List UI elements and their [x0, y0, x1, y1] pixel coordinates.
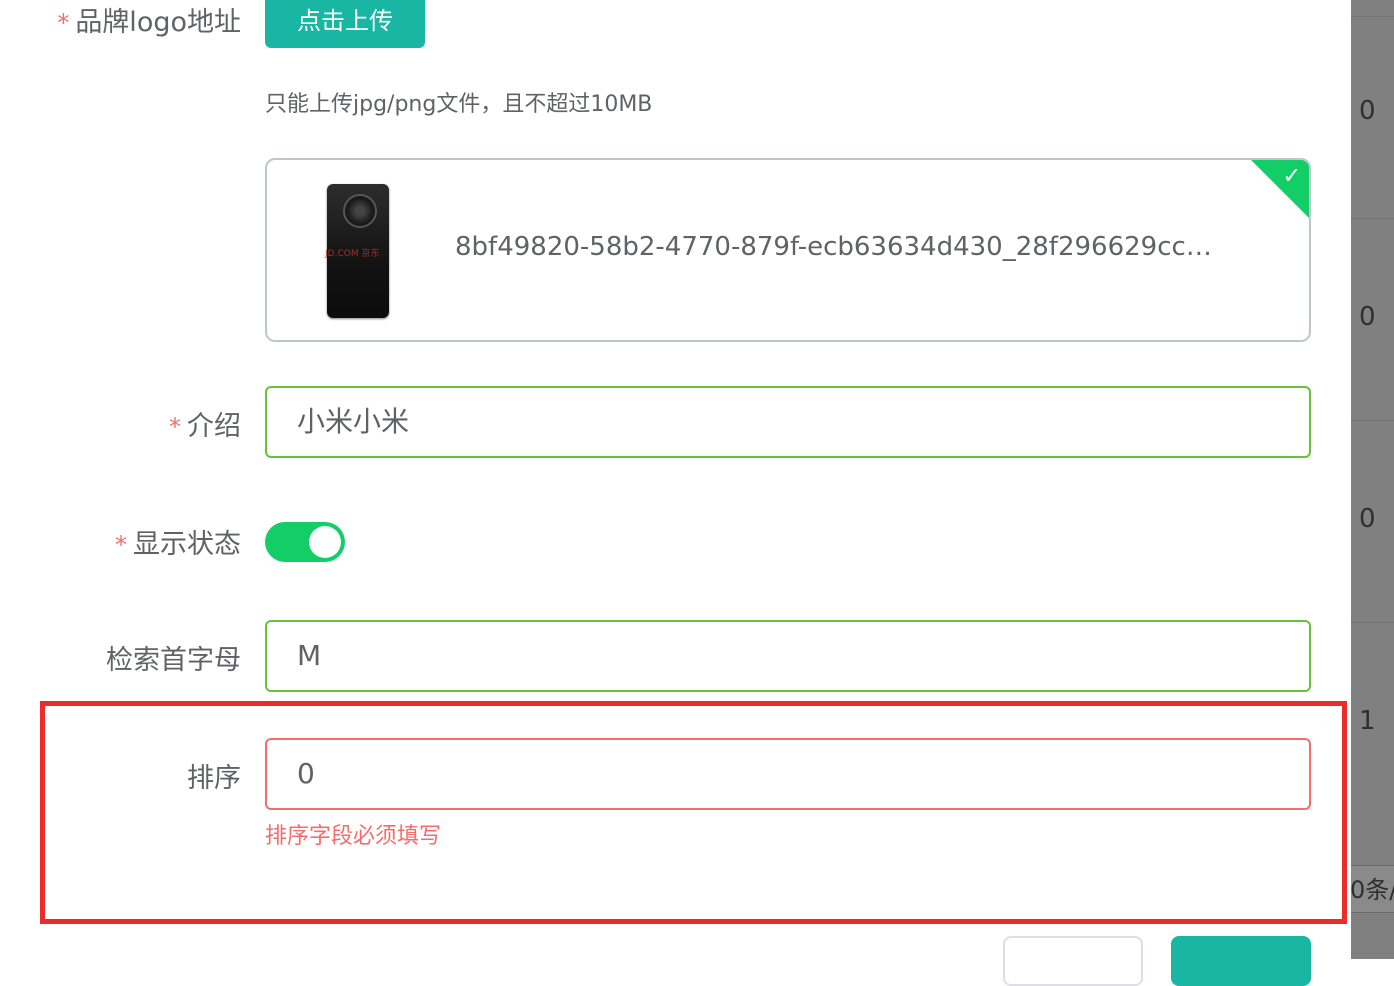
uploaded-file-item[interactable]: JD.COM 京东 8bf49820-58b2-4770-879f-ecb636… — [265, 158, 1311, 342]
check-icon: ✓ — [1282, 164, 1301, 189]
success-corner — [1249, 160, 1309, 220]
required-mark: * — [57, 9, 70, 37]
required-mark: * — [169, 413, 181, 441]
table-row-divider — [1351, 622, 1394, 623]
table-row-divider — [1351, 218, 1394, 219]
sort-input[interactable]: 0 — [265, 738, 1311, 810]
cancel-button[interactable] — [1003, 936, 1143, 986]
first-letter-label: 检索首字母 — [106, 645, 241, 676]
show-status-label: * 显示状态 — [115, 529, 241, 560]
sort-error-message: 排序字段必须填写 — [265, 824, 442, 849]
toggle-knob — [309, 526, 341, 558]
required-mark: * — [115, 531, 127, 559]
background-overlay: 0 0 0 1 0条/ — [1351, 0, 1394, 959]
table-cell: 1 — [1359, 706, 1376, 736]
logo-label: * 品牌logo地址 — [57, 7, 241, 38]
description-input[interactable]: 小米小米 — [265, 386, 1311, 458]
file-name: 8bf49820-58b2-4770-879f-ecb63634d430_28f… — [455, 232, 1215, 262]
table-cell: 0 — [1359, 302, 1376, 332]
show-status-toggle[interactable] — [265, 522, 345, 562]
watermark: JD.COM 京东 — [325, 249, 380, 259]
first-letter-input[interactable]: M — [265, 620, 1311, 692]
sort-label: 排序 — [187, 763, 241, 794]
logo-thumbnail: JD.COM 京东 — [325, 184, 389, 318]
upload-button[interactable]: 点击上传 — [265, 0, 425, 48]
upload-tip: 只能上传jpg/png文件，且不超过10MB — [265, 92, 653, 117]
pagination-size: 0条/ — [1351, 865, 1394, 913]
confirm-button[interactable] — [1171, 936, 1311, 986]
table-row-divider — [1351, 16, 1394, 17]
table-cell: 0 — [1359, 96, 1376, 126]
table-cell: 0 — [1359, 504, 1376, 534]
brand-edit-dialog: * 品牌logo地址 点击上传 只能上传jpg/png文件，且不超过10MB JD… — [0, 0, 1351, 986]
camera-icon — [343, 194, 377, 228]
table-row-divider — [1351, 420, 1394, 421]
description-label: * 介绍 — [169, 411, 241, 442]
